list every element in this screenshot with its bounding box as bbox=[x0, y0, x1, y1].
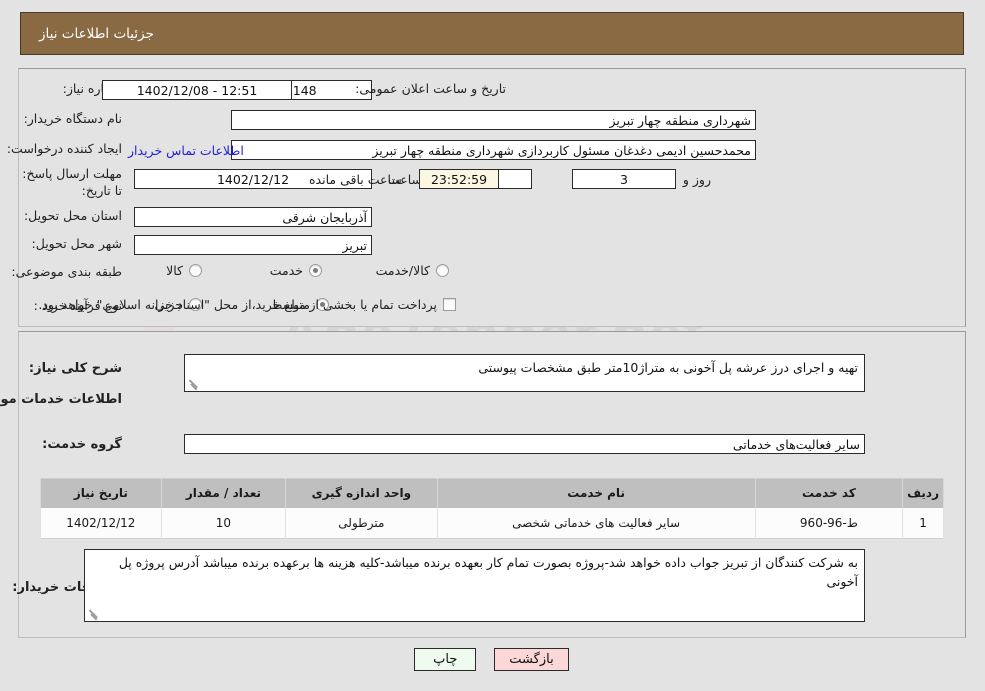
treasury-bonds-text: پرداخت تمام یا بخشی از مبلغ خرید،از محل … bbox=[39, 297, 438, 312]
buyer-contact-link[interactable]: اطلاعات تماس خریدار bbox=[129, 143, 245, 158]
description-label: شرح کلی نیاز: bbox=[29, 361, 123, 376]
description-textarea[interactable]: تهیه و اجرای درز عرشه پل آخونی به متراژ1… bbox=[185, 354, 866, 392]
category-option-label: کالا/خدمت bbox=[376, 263, 431, 278]
category-option-label: خدمت bbox=[270, 263, 304, 278]
countdown-value: 23:52:59 bbox=[420, 169, 500, 189]
buyer-notes-textarea[interactable]: به شرکت کنندگان از تبریز جواب داده خواهد… bbox=[85, 549, 866, 622]
buyer-notes-value: به شرکت کنندگان از تبریز جواب داده خواهد… bbox=[119, 555, 859, 589]
cell-date: 1402/12/12 bbox=[41, 507, 163, 539]
resize-handle-icon[interactable] bbox=[188, 378, 200, 390]
public-announce-value: 12:51 - 1402/12/08 bbox=[103, 80, 293, 100]
deadline-row: مهلت ارسال پاسخ: تا تاریخ: bbox=[13, 165, 123, 199]
buyer-org-value: شهرداری منطقه چهار تبریز bbox=[232, 110, 757, 130]
creator-row: ایجاد کننده درخواست: bbox=[8, 141, 123, 156]
deadline-label: مهلت ارسال پاسخ: تا تاریخ: bbox=[23, 166, 123, 198]
column-header-unit: واحد اندازه گیری bbox=[286, 478, 439, 508]
column-header-name: نام خدمت bbox=[437, 478, 757, 508]
print-button[interactable]: چاپ bbox=[415, 648, 478, 671]
remaining-label: ساعت باقی مانده bbox=[310, 172, 403, 187]
column-header-code: کد خدمت bbox=[755, 478, 905, 508]
creator-label: ایجاد کننده درخواست: bbox=[7, 141, 123, 156]
summary-panel bbox=[19, 68, 967, 327]
checkbox-icon[interactable] bbox=[444, 298, 457, 311]
cell-code: ط-96-960 bbox=[755, 507, 905, 539]
city-row: شهر محل تحویل: bbox=[33, 236, 123, 251]
cell-index: 1 bbox=[903, 507, 945, 539]
province-label: استان محل تحویل: bbox=[24, 208, 123, 223]
category-radio-kala[interactable]: کالا bbox=[167, 263, 203, 278]
category-option-label: کالا bbox=[167, 263, 184, 278]
cell-unit: مترطولی bbox=[286, 507, 439, 539]
public-announce-row: تاریخ و ساعت اعلان عمومی: bbox=[356, 81, 507, 96]
category-radio-khedmat[interactable]: خدمت bbox=[271, 263, 323, 278]
category-label: طبقه بندی موضوعی: bbox=[12, 264, 123, 279]
category-row: طبقه بندی موضوعی: bbox=[12, 264, 123, 279]
treasury-bonds-checkbox-item[interactable]: پرداخت تمام یا بخشی از مبلغ خرید،از محل … bbox=[39, 297, 457, 312]
buyer-org-label: نام دستگاه خریدار: bbox=[24, 111, 123, 126]
services-section-heading: اطلاعات خدمات مورد نیاز bbox=[0, 392, 123, 407]
cell-name: سایر فعالیت های خدماتی شخصی bbox=[437, 507, 757, 539]
table-header-row: ردیف کد خدمت نام خدمت واحد اندازه گیری ت… bbox=[41, 478, 945, 508]
table-row: 1 ط-96-960 سایر فعالیت های خدماتی شخصی م… bbox=[41, 507, 945, 539]
service-group-label: گروه خدمت: bbox=[43, 437, 123, 452]
column-header-qty: تعداد / مقدار bbox=[161, 478, 288, 508]
back-button[interactable]: بازگشت bbox=[495, 648, 570, 671]
city-label: شهر محل تحویل: bbox=[32, 236, 123, 251]
column-header-date: تاریخ نیاز bbox=[41, 478, 163, 508]
radio-circle-icon[interactable] bbox=[190, 264, 203, 277]
radio-circle-icon[interactable] bbox=[437, 264, 450, 277]
city-value: تبریز bbox=[135, 235, 373, 255]
page-title: جزئیات اطلاعات نیاز bbox=[40, 25, 155, 42]
buyer-org-row: نام دستگاه خریدار: bbox=[25, 111, 123, 126]
public-announce-label: تاریخ و ساعت اعلان عمومی: bbox=[356, 81, 507, 96]
radio-circle-selected-icon[interactable] bbox=[310, 264, 323, 277]
province-value: آذربایجان شرقی bbox=[135, 207, 373, 227]
resize-handle-icon[interactable] bbox=[88, 608, 100, 620]
cell-qty: 10 bbox=[161, 507, 288, 539]
province-row: استان محل تحویل: bbox=[25, 208, 123, 223]
services-table: ردیف کد خدمت نام خدمت واحد اندازه گیری ت… bbox=[41, 478, 945, 539]
need-details-page: AnaTender.net جزئیات اطلاعات نیاز شماره … bbox=[0, 0, 985, 691]
description-value: تهیه و اجرای درز عرشه پل آخونی به متراژ1… bbox=[479, 360, 859, 375]
service-group-value: سایر فعالیت‌های خدماتی bbox=[185, 434, 866, 454]
page-title-bar: جزئیات اطلاعات نیاز bbox=[21, 12, 965, 55]
creator-value: محمدحسین ادیمی دغدغان مسئول کاربردازی شه… bbox=[232, 140, 757, 160]
category-radio-kala-khedmat[interactable]: کالا/خدمت bbox=[377, 263, 450, 278]
column-header-index: ردیف bbox=[903, 478, 945, 508]
days-label: روز و bbox=[683, 172, 712, 187]
days-value: 3 bbox=[573, 169, 677, 189]
action-buttons-bar: بازگشت چاپ bbox=[0, 648, 985, 671]
